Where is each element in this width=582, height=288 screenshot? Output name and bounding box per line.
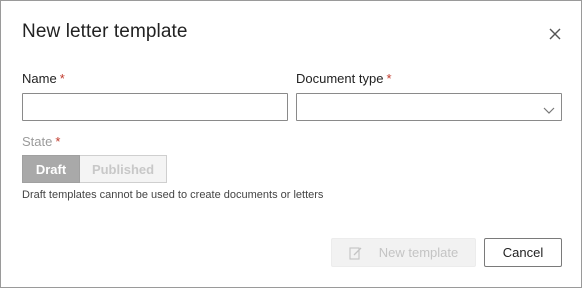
document-type-label-text: Document type: [296, 71, 384, 86]
state-required-mark: *: [55, 134, 61, 149]
state-hint: Draft templates cannot be used to create…: [22, 189, 324, 201]
name-required-mark: *: [59, 71, 65, 86]
state-option-draft[interactable]: Draft: [22, 155, 80, 183]
close-icon[interactable]: [545, 24, 565, 44]
name-label-text: Name: [22, 71, 57, 86]
new-template-button[interactable]: New template: [331, 238, 476, 267]
document-type-select[interactable]: [296, 93, 562, 121]
chevron-down-icon: [543, 102, 555, 114]
document-type-label: Document type *: [296, 71, 392, 86]
new-template-label: New template: [378, 245, 459, 260]
cancel-button[interactable]: Cancel: [484, 238, 562, 267]
name-label: Name *: [22, 71, 65, 86]
document-type-required-mark: *: [386, 71, 392, 86]
state-segmented-control: Draft Published: [22, 155, 167, 183]
state-label: State *: [22, 134, 60, 149]
new-letter-template-dialog: New letter template Name * Document type *…: [0, 0, 582, 288]
dialog-title: New letter template: [22, 21, 188, 42]
edit-icon: [349, 246, 371, 260]
state-option-published[interactable]: Published: [80, 155, 167, 183]
state-label-text: State: [22, 134, 53, 149]
name-input[interactable]: [22, 93, 288, 121]
